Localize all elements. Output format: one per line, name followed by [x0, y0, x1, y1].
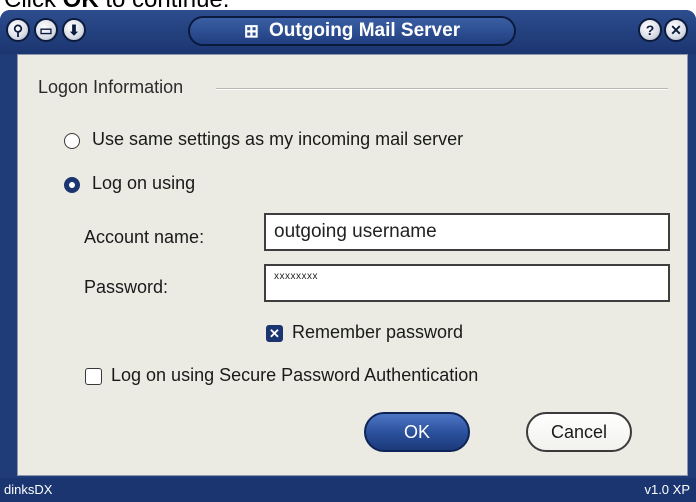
- spa-label[interactable]: Log on using Secure Password Authenticat…: [111, 365, 478, 386]
- dialog-body: Logon Information Use same settings as m…: [17, 54, 688, 476]
- spa-checkbox[interactable]: [85, 368, 102, 385]
- window-title: ⊞ Outgoing Mail Server: [188, 16, 516, 46]
- window-title-text: Outgoing Mail Server: [269, 20, 461, 41]
- password-label: Password:: [84, 277, 169, 297]
- log-on-using-label[interactable]: Log on using: [92, 173, 195, 194]
- outgoing-mail-server-window: ⚲ ▭ ⬇ ⊞ Outgoing Mail Server ? ✕ Logon I…: [0, 10, 696, 502]
- account-name-input[interactable]: outgoing username: [264, 213, 670, 251]
- title-bar[interactable]: ⚲ ▭ ⬇ ⊞ Outgoing Mail Server ? ✕: [0, 10, 696, 54]
- windows-flag-icon: ⊞: [243, 20, 259, 41]
- same-settings-radio[interactable]: [64, 133, 80, 149]
- status-bar: dinksDX v1.0 XP: [0, 478, 696, 502]
- help-icon[interactable]: ?: [638, 18, 662, 42]
- remember-password-checkbox[interactable]: ✕: [266, 325, 283, 342]
- password-input[interactable]: xxxxxxxx: [264, 264, 670, 302]
- pin-icon[interactable]: ⚲: [6, 18, 30, 42]
- group-divider: [216, 88, 668, 90]
- logon-group-label: Logon Information: [38, 77, 184, 97]
- status-right-text: v1.0 XP: [644, 482, 690, 497]
- log-on-using-radio[interactable]: [64, 177, 80, 193]
- restore-icon[interactable]: ⬇: [62, 18, 86, 42]
- same-settings-label[interactable]: Use same settings as my incoming mail se…: [92, 129, 463, 150]
- ok-button[interactable]: OK: [364, 412, 470, 452]
- cancel-button[interactable]: Cancel: [526, 412, 632, 452]
- close-icon[interactable]: ✕: [664, 18, 688, 42]
- account-name-label: Account name:: [84, 227, 205, 247]
- remember-password-label[interactable]: Remember password: [292, 322, 463, 343]
- status-left-text: dinksDX: [4, 482, 53, 497]
- minimize-icon[interactable]: ▭: [34, 18, 58, 42]
